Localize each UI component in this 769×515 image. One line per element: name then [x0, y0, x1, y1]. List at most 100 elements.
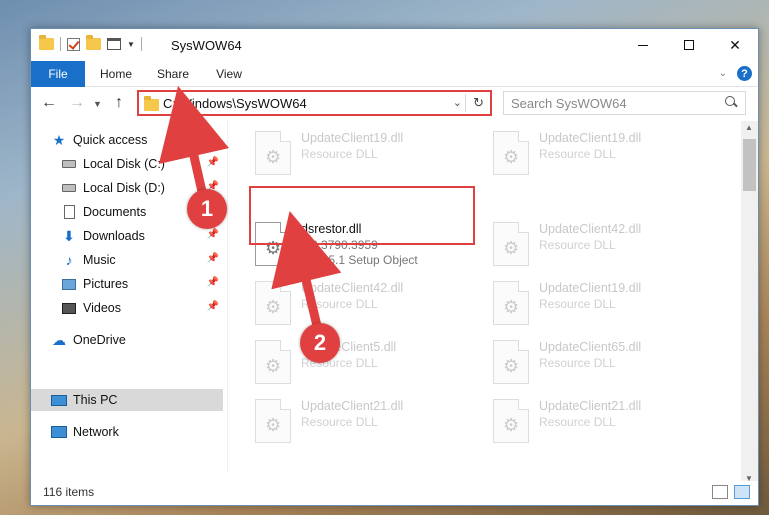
refresh-icon[interactable]: ↻: [473, 95, 484, 111]
scroll-up-arrow-icon[interactable]: ▲: [745, 123, 753, 132]
sidebar-item-local-disk-c[interactable]: Local Disk (C:) 📌: [61, 153, 223, 175]
sidebar-item-quick-access[interactable]: ★ Quick access: [51, 129, 243, 151]
toolbar-divider: [140, 37, 142, 51]
star-icon: ★: [52, 131, 66, 148]
file-description: Resource DLL: [539, 356, 616, 370]
tab-home[interactable]: Home: [97, 61, 135, 87]
file-item[interactable]: ⚙ UpdateClient21.dll Resource DLL: [491, 393, 721, 449]
navigation-pane: ★ Quick access Local Disk (C:) 📌 Local D…: [31, 121, 227, 473]
up-arrow-icon[interactable]: ↑: [115, 94, 123, 112]
gear-icon: ⚙: [265, 297, 282, 317]
sidebar-item-pictures[interactable]: Pictures 📌: [61, 273, 223, 295]
file-name: UpdateClient19.dll: [301, 131, 404, 145]
details-view-icon[interactable]: [712, 485, 728, 499]
gear-icon: ⚙: [265, 415, 282, 435]
file-name: UpdateClient42.dll: [539, 222, 642, 236]
file-item[interactable]: ⚙ UpdateClient19.dll Resource DLL: [491, 275, 721, 331]
vertical-scrollbar[interactable]: ▲ ▼: [741, 121, 758, 485]
close-icon: ✕: [729, 36, 741, 53]
item-count: 116 items: [43, 485, 95, 499]
close-button[interactable]: ✕: [712, 29, 758, 61]
gear-icon: ⚙: [503, 415, 520, 435]
address-path[interactable]: C:\Windows\SysWOW64: [163, 96, 307, 111]
tab-view[interactable]: View: [211, 61, 247, 87]
file-description: Resource DLL: [301, 147, 378, 161]
window-controls: ✕: [620, 29, 758, 61]
sidebar-item-label: Music: [83, 253, 116, 267]
file-item[interactable]: ⚙ UpdateClient5.dll Resource DLL: [253, 334, 483, 390]
sidebar-item-label: Quick access: [73, 133, 148, 147]
properties-icon[interactable]: [107, 38, 121, 50]
file-name: UpdateClient42.dll: [301, 281, 404, 295]
back-arrow-icon[interactable]: ←: [41, 94, 57, 112]
file-description: Resource DLL: [539, 147, 616, 161]
file-item[interactable]: ⚙ UpdateClient42.dll Resource DLL: [491, 216, 721, 272]
gear-icon: ⚙: [503, 297, 520, 317]
file-description: Resource DLL: [539, 297, 616, 311]
pictures-icon: [62, 278, 76, 290]
tab-share[interactable]: Share: [153, 61, 193, 87]
tab-file[interactable]: File: [31, 61, 85, 87]
properties-check-icon[interactable]: [67, 37, 80, 51]
file-name: dsrestor.dll: [301, 222, 362, 236]
title-bar: ▼ SysWOW64 ✕: [31, 29, 758, 61]
search-input[interactable]: [504, 92, 704, 114]
minimize-button[interactable]: [620, 29, 666, 61]
search-box[interactable]: [503, 91, 746, 115]
customize-toolbar-chevron-icon[interactable]: ▼: [127, 40, 135, 49]
downloads-icon: ⬇: [63, 227, 75, 244]
sidebar-item-label: This PC: [73, 393, 118, 407]
address-folder-icon: [144, 96, 159, 111]
large-icons-view-icon[interactable]: [734, 485, 750, 499]
network-icon: [51, 426, 67, 438]
sidebar-item-videos[interactable]: Videos 📌: [61, 297, 223, 319]
scrollbar-thumb[interactable]: [743, 139, 756, 191]
file-name: UpdateClient19.dll: [539, 281, 642, 295]
maximize-button[interactable]: [666, 29, 712, 61]
file-item[interactable]: ⚙ UpdateClient42.dll Resource DLL: [253, 275, 483, 331]
sidebar-item-downloads[interactable]: ⬇ Downloads 📌: [61, 225, 223, 247]
videos-icon: [62, 302, 76, 314]
onedrive-icon: ☁: [52, 331, 66, 348]
sidebar-item-label: Local Disk (D:): [83, 181, 165, 195]
gear-icon: ⚙: [503, 147, 520, 167]
sidebar-item-label: Videos: [83, 301, 121, 315]
gear-icon: ⚙: [265, 147, 282, 167]
expand-ribbon-chevron-icon[interactable]: ⌄: [719, 68, 727, 79]
forward-arrow-icon[interactable]: →: [69, 94, 85, 112]
view-toggle: [712, 485, 750, 499]
file-item[interactable]: ⚙ UpdateClient19.dll Resource DLL: [253, 125, 483, 181]
ribbon-controls: ⌄ ?: [719, 66, 752, 81]
file-name: UpdateClient21.dll: [539, 399, 642, 413]
file-item[interactable]: ⚙ UpdateClient21.dll Resource DLL: [253, 393, 483, 449]
pin-icon: 📌: [206, 157, 219, 168]
help-icon[interactable]: ?: [737, 66, 752, 81]
file-list: ⚙ UpdateClient19.dll Resource DLL ⚙ Upda…: [231, 121, 741, 473]
gear-icon: ⚙: [265, 356, 282, 376]
recent-locations-chevron-icon[interactable]: ▼: [93, 99, 102, 109]
new-folder-icon[interactable]: [86, 35, 101, 50]
sidebar-item-network[interactable]: Network: [51, 421, 243, 443]
sidebar-item-label: Downloads: [83, 229, 145, 243]
sidebar-item-label: Local Disk (C:): [83, 157, 165, 171]
step-2-badge: 2: [300, 323, 340, 363]
folder-icon[interactable]: [39, 35, 54, 50]
address-bar[interactable]: C:\Windows\SysWOW64 ⌄ ↻: [137, 91, 491, 115]
search-icon[interactable]: [725, 96, 737, 108]
pin-icon: 📌: [206, 253, 219, 264]
file-item-dsrestor[interactable]: ⚙ dsrestor.dll 5.2.3790.3959 SBS 5.1 Set…: [253, 216, 483, 272]
sidebar-item-music[interactable]: ♪ Music 📌: [61, 249, 223, 271]
pin-icon: 📌: [206, 277, 219, 288]
sidebar-item-label: Network: [73, 425, 119, 439]
navigation-bar: ← → ▼ ↑ C:\Windows\SysWOW64 ⌄ ↻: [31, 87, 758, 121]
file-description: Resource DLL: [301, 415, 378, 429]
documents-icon: [63, 205, 75, 219]
file-item[interactable]: ⚙ UpdateClient19.dll Resource DLL: [491, 125, 721, 181]
gear-icon: ⚙: [265, 238, 282, 258]
address-dropdown-chevron-icon[interactable]: ⌄: [453, 96, 462, 109]
address-divider: [465, 94, 466, 112]
sidebar-item-label: OneDrive: [73, 333, 126, 347]
sidebar-item-this-pc[interactable]: This PC: [31, 389, 223, 411]
file-item[interactable]: ⚙ UpdateClient65.dll Resource DLL: [491, 334, 721, 390]
sidebar-item-onedrive[interactable]: ☁ OneDrive: [51, 329, 243, 351]
